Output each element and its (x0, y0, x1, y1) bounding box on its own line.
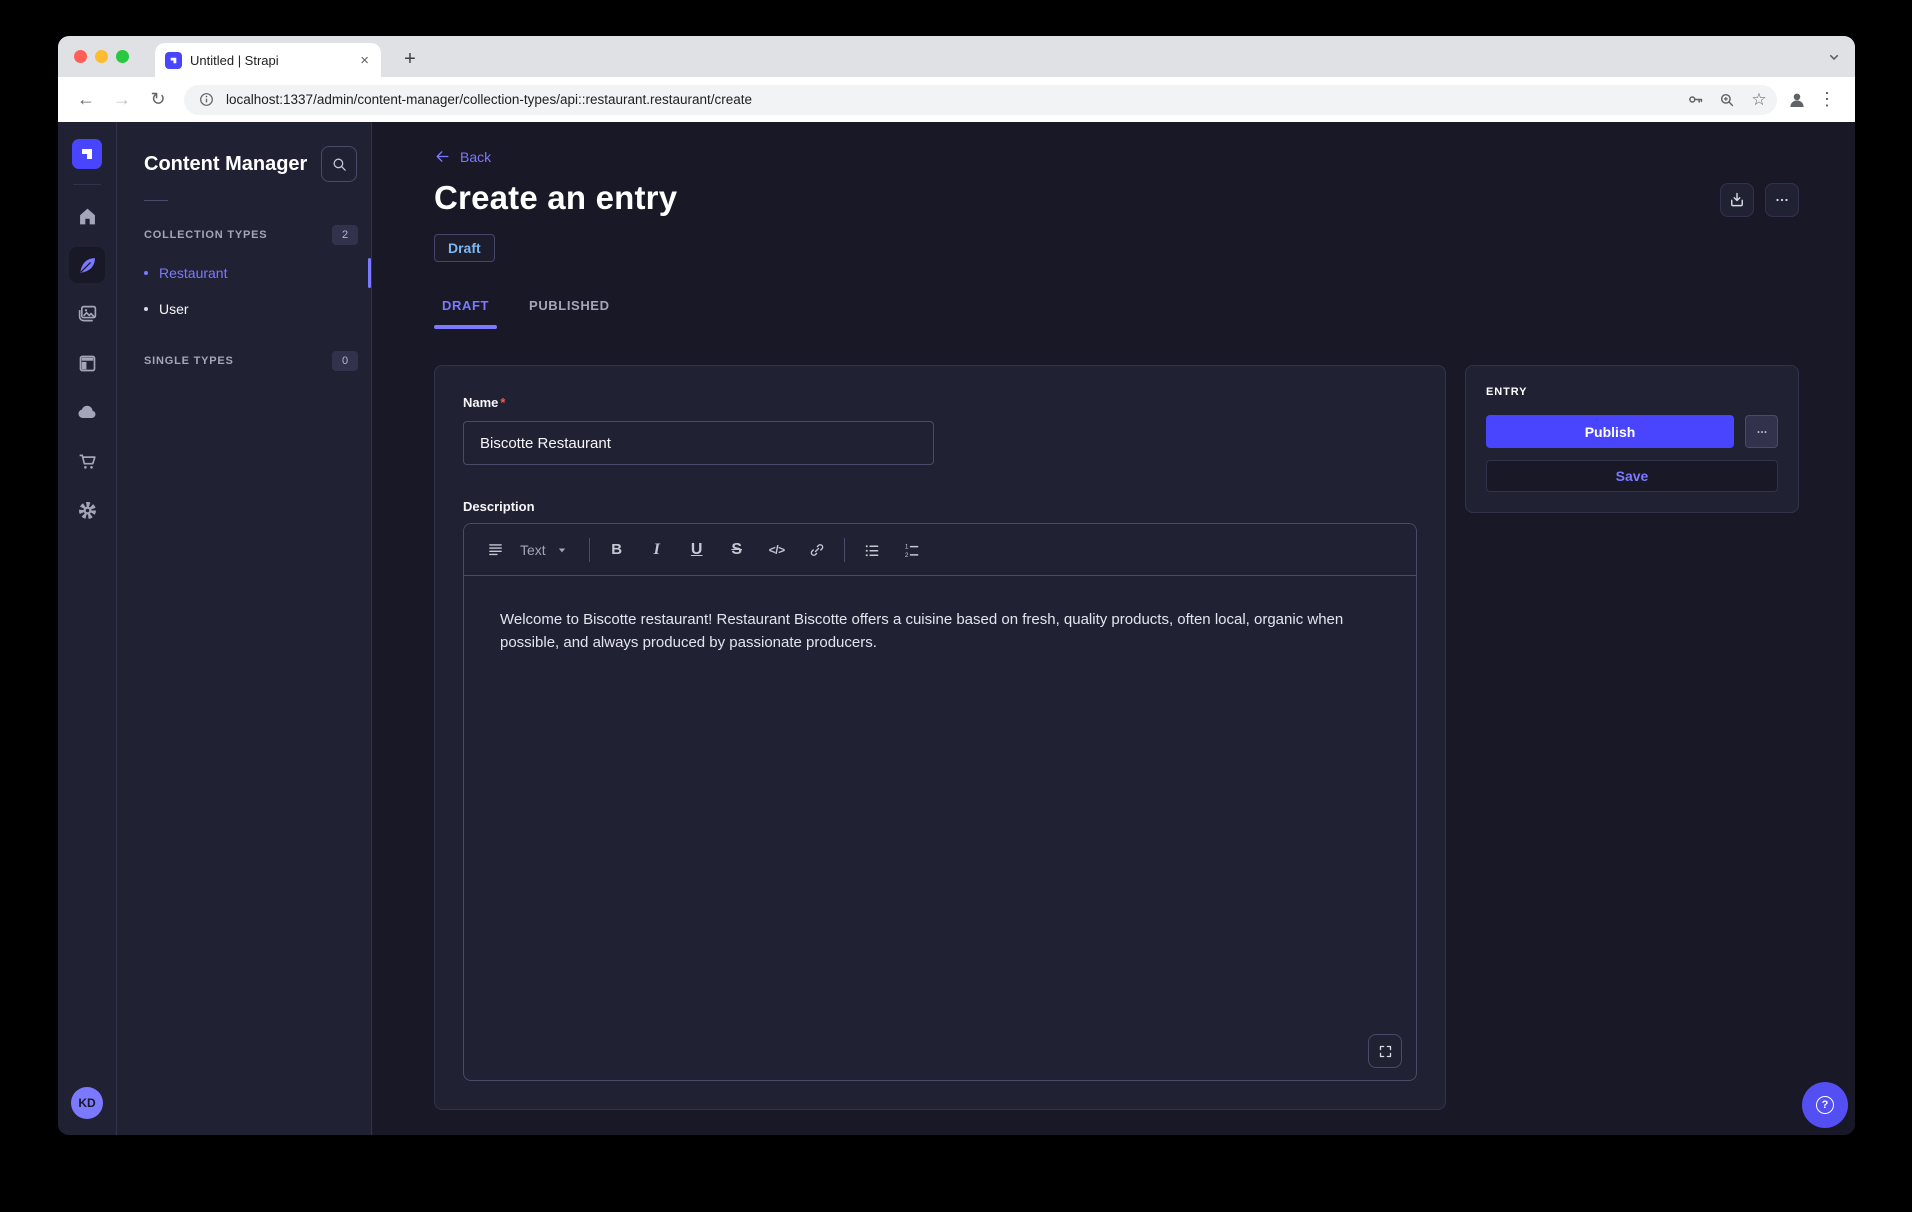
name-input[interactable] (463, 421, 934, 465)
editor-toolbar: Text B I U S </> (464, 524, 1416, 576)
description-label: Description (463, 499, 1417, 514)
user-avatar[interactable]: KD (71, 1087, 103, 1119)
browser-tab[interactable]: Untitled | Strapi × (155, 43, 381, 77)
sidebar-title: Content Manager (144, 153, 307, 176)
export-download-button[interactable] (1720, 183, 1754, 217)
site-info-icon[interactable] (194, 88, 218, 112)
svg-text:2: 2 (905, 551, 909, 558)
description-text: Welcome to Biscotte restaurant! Restaura… (500, 609, 1380, 654)
media-library-icon[interactable] (69, 296, 105, 332)
browser-toolbar: ← → ↻ localhost:1337/admin/content-manag… (58, 77, 1855, 122)
header-actions (1720, 183, 1799, 217)
home-icon[interactable] (69, 198, 105, 234)
browser-reload-button[interactable]: ↻ (143, 85, 173, 115)
block-type-value: Text (520, 542, 546, 558)
zoom-window-button[interactable] (116, 50, 129, 63)
address-bar[interactable]: localhost:1337/admin/content-manager/col… (184, 85, 1777, 115)
entry-panel-title: ENTRY (1486, 386, 1778, 398)
code-button[interactable]: </> (762, 535, 792, 565)
zoom-page-icon[interactable] (1715, 88, 1739, 112)
window-controls (74, 50, 129, 63)
bullet-icon (144, 307, 148, 311)
browser-tab-strip: Untitled | Strapi × + (58, 36, 1855, 77)
toolbar-separator (589, 538, 590, 562)
collection-types-label: COLLECTION TYPES (144, 229, 267, 241)
chevron-down-icon (555, 543, 569, 557)
svg-text:1: 1 (905, 543, 909, 550)
bullet-icon (144, 271, 148, 275)
bold-button[interactable]: B (602, 535, 632, 565)
expand-editor-icon[interactable] (1368, 1034, 1402, 1068)
strapi-favicon-icon (165, 52, 182, 69)
sidebar-item-restaurant[interactable]: Restaurant (117, 255, 371, 291)
strapi-app: KD Content Manager COLLECTION TYPES 2 Re… (58, 122, 1855, 1135)
header-more-button[interactable] (1765, 183, 1799, 217)
collection-types-count: 2 (332, 225, 358, 245)
strikethrough-button[interactable]: S (722, 535, 752, 565)
entry-side-panel: ENTRY Publish Save (1465, 365, 1799, 513)
publish-more-button[interactable] (1745, 415, 1778, 448)
content-manager-feather-icon[interactable] (69, 247, 105, 283)
rail-divider (73, 184, 101, 185)
version-tabs: DRAFT PUBLISHED (434, 298, 1799, 329)
name-label: Name* (463, 395, 505, 410)
tab-title: Untitled | Strapi (190, 53, 350, 68)
help-button[interactable]: ? (1802, 1082, 1848, 1128)
browser-back-button[interactable]: ← (71, 85, 101, 115)
sidebar-item-label: Restaurant (159, 265, 227, 281)
page-title: Create an entry (434, 179, 677, 217)
link-icon[interactable] (802, 535, 832, 565)
settings-gear-icon[interactable] (69, 492, 105, 528)
block-type-dropdown[interactable]: Text (512, 542, 577, 558)
toolbar-separator (844, 538, 845, 562)
bookmark-star-icon[interactable]: ☆ (1747, 88, 1771, 112)
tab-published[interactable]: PUBLISHED (521, 298, 618, 329)
save-button[interactable]: Save (1486, 460, 1778, 492)
strapi-logo[interactable] (72, 139, 102, 169)
new-tab-button[interactable]: + (396, 45, 424, 73)
back-link[interactable]: Back (434, 148, 491, 165)
single-types-label: SINGLE TYPES (144, 355, 234, 367)
browser-menu-icon[interactable]: ⋮ (1812, 85, 1842, 115)
sidebar-item-label: User (159, 301, 189, 317)
browser-window: Untitled | Strapi × + ← → ↻ localhost:13… (58, 36, 1855, 1135)
tab-search-chevron-icon[interactable] (1821, 44, 1847, 70)
entry-form-panel: Name* Description Text (434, 365, 1446, 1110)
main-nav-rail: KD (58, 122, 117, 1135)
main-content: Back Create an entry Draft DRAFT PUBLISH… (372, 122, 1855, 1135)
content-manager-sidebar: Content Manager COLLECTION TYPES 2 Resta… (117, 122, 372, 1135)
bullet-list-icon[interactable] (857, 535, 887, 565)
cloud-icon[interactable] (69, 394, 105, 430)
browser-profile-icon[interactable] (1785, 88, 1809, 112)
required-mark: * (500, 395, 505, 410)
single-types-count: 0 (332, 351, 358, 371)
browser-forward-button[interactable]: → (107, 85, 137, 115)
align-text-icon[interactable] (480, 535, 510, 565)
tab-draft[interactable]: DRAFT (434, 298, 497, 329)
italic-button[interactable]: I (642, 535, 672, 565)
content-type-builder-icon[interactable] (69, 345, 105, 381)
marketplace-cart-icon[interactable] (69, 443, 105, 479)
underline-button[interactable]: U (682, 535, 712, 565)
url-text: localhost:1337/admin/content-manager/col… (226, 92, 1675, 107)
password-key-icon[interactable] (1683, 88, 1707, 112)
rich-text-editor: Text B I U S </> (463, 523, 1417, 1081)
back-label: Back (460, 149, 491, 165)
minimize-window-button[interactable] (95, 50, 108, 63)
sidebar-item-user[interactable]: User (117, 291, 371, 327)
status-badge: Draft (434, 234, 495, 262)
search-button[interactable] (321, 146, 357, 182)
numbered-list-icon[interactable]: 12 (897, 535, 927, 565)
question-mark-icon: ? (1816, 1096, 1834, 1114)
publish-button[interactable]: Publish (1486, 415, 1734, 448)
sidebar-divider (144, 200, 168, 201)
close-window-button[interactable] (74, 50, 87, 63)
editor-content-area[interactable]: Welcome to Biscotte restaurant! Restaura… (464, 576, 1416, 1080)
tab-close-icon[interactable]: × (358, 52, 371, 69)
